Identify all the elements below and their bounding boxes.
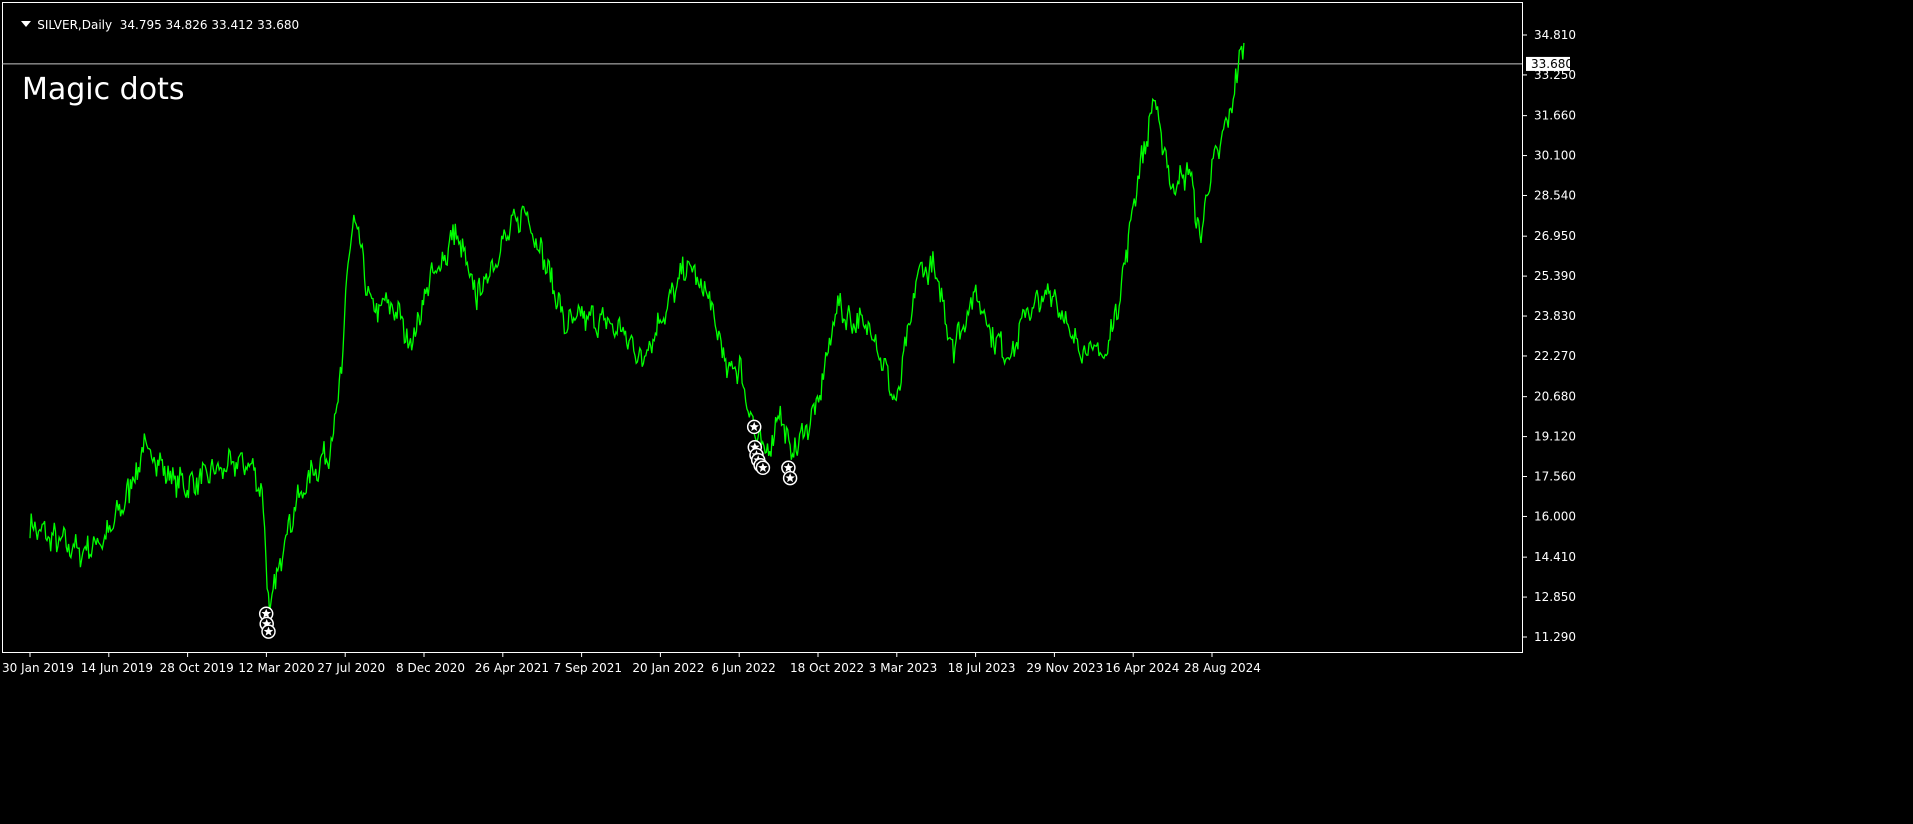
y-tick-label: 14.410	[1534, 550, 1576, 564]
price-series-line	[29, 42, 1245, 613]
y-tick-label: 34.810	[1534, 28, 1576, 42]
chart-canvas[interactable]: 34.81033.25031.66030.10028.54026.95025.3…	[0, 0, 1913, 820]
dropdown-triangle-icon[interactable]	[21, 21, 32, 27]
y-tick-label: 11.290	[1534, 630, 1576, 644]
x-tick-label: 16 Apr 2024	[1105, 661, 1179, 675]
x-tick-label: 29 Nov 2023	[1026, 661, 1103, 675]
magic-dot-marker	[755, 460, 771, 476]
y-tick-label: 16.000	[1534, 509, 1576, 523]
y-tick-label: 22.270	[1534, 349, 1576, 363]
magic-dot-marker	[782, 470, 798, 486]
indicator-title: Magic dots	[22, 72, 185, 107]
plot-frame	[2, 2, 1523, 653]
y-tick-label: 12.850	[1534, 590, 1576, 604]
x-tick-label: 14 Jun 2019	[81, 661, 153, 675]
price-chart[interactable]: 34.810 33.250 31.660 30.100 28.540 26.950 25.3…	[0, 0, 1913, 820]
x-tick-label: 18 Oct 2022	[790, 661, 864, 675]
magic-dot-marker	[746, 419, 762, 435]
x-tick-label: 3 Mar 2023	[869, 661, 937, 675]
y-tick-label: 28.540	[1534, 188, 1576, 202]
y-tick-label: 17.560	[1534, 470, 1576, 484]
x-tick-label: 8 Dec 2020	[396, 661, 465, 675]
y-tick-label: 19.120	[1534, 430, 1576, 444]
current-price-label: 33.680	[1531, 57, 1573, 71]
x-tick-label: 7 Sep 2021	[554, 661, 622, 675]
magic-dot-marker	[261, 624, 276, 639]
x-tick-label: 12 Mar 2020	[238, 661, 314, 675]
y-tick-label: 25.390	[1534, 269, 1576, 283]
y-tick-label: 20.680	[1534, 390, 1576, 404]
x-tick-label: 6 Jun 2022	[711, 661, 776, 675]
x-tick-label: 28 Aug 2024	[1184, 661, 1261, 675]
y-tick-label: 26.950	[1534, 229, 1576, 243]
chart-header: SILVER,Daily 34.795 34.826 33.412 33.680	[6, 4, 299, 46]
x-tick-label: 18 Jul 2023	[948, 661, 1016, 675]
x-tick-label: 26 Apr 2021	[475, 661, 549, 675]
x-tick-label: 30 Jan 2019	[2, 661, 74, 675]
x-tick-label: 27 Jul 2020	[317, 661, 385, 675]
symbol-label: SILVER,Daily	[37, 18, 113, 32]
ohlc-values: 34.795 34.826 33.412 33.680	[119, 18, 300, 32]
y-tick-label: 31.660	[1534, 109, 1576, 123]
y-tick-label: 23.830	[1534, 309, 1576, 323]
x-tick-label: 28 Oct 2019	[160, 661, 234, 675]
y-tick-label: 30.100	[1534, 149, 1576, 163]
x-tick-label: 20 Jan 2022	[632, 661, 704, 675]
